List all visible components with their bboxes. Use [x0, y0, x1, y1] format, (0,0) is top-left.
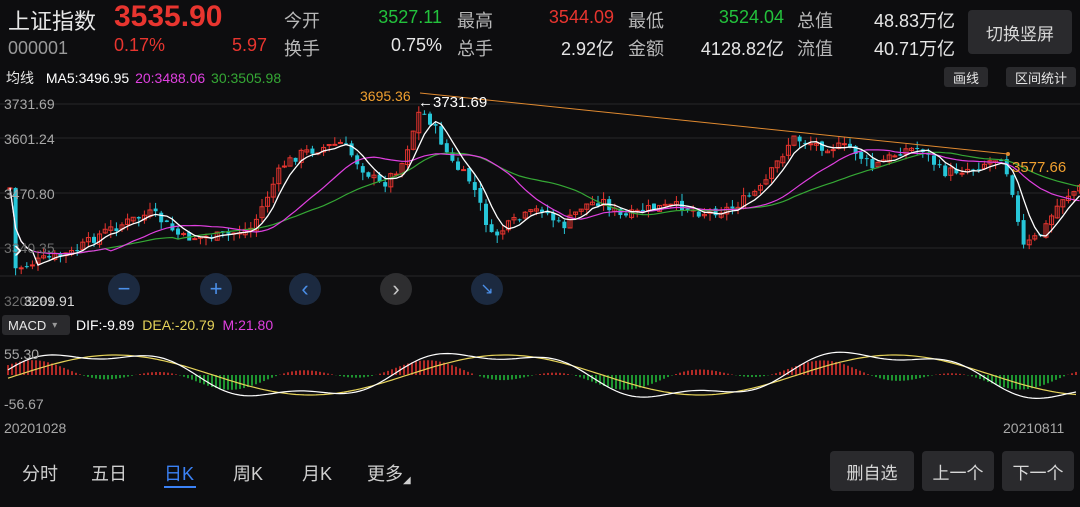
- indicator-select-label: MACD: [8, 317, 47, 333]
- index-price: 3535.90: [114, 0, 223, 33]
- ma30-line: [9, 151, 1080, 255]
- trend-annotation: 3577.66: [1012, 159, 1067, 176]
- index-name: 上证指数: [8, 9, 97, 34]
- zoom-out-button[interactable]: −: [108, 273, 140, 305]
- trend-line: [419, 92, 1009, 155]
- macd-chart: [7, 351, 1077, 400]
- reset-zoom-icon[interactable]: ↘: [471, 273, 503, 305]
- date-start: 20201028: [4, 420, 67, 436]
- high-annotation: ←3731.69: [418, 94, 488, 111]
- stat-amount-label: 金额: [628, 39, 664, 59]
- kline-chart[interactable]: [0, 88, 1080, 310]
- stat-total-cap-value: 48.83万亿: [873, 11, 955, 31]
- stat-open-label: 今开: [284, 11, 320, 31]
- dropdown-corner-icon: ◢: [403, 475, 411, 486]
- y-label-1: 3731.69: [4, 96, 55, 112]
- stat-turnover-value: 0.75%: [390, 35, 442, 55]
- stat-total-cap-label: 总值: [797, 11, 833, 31]
- draw-line-button[interactable]: 画线: [944, 67, 988, 87]
- ma30-value: 30:3505.98: [211, 70, 282, 86]
- next-button[interactable]: 下一个: [1002, 451, 1074, 491]
- indicator-select[interactable]: MACD ▾: [2, 315, 70, 335]
- stat-low-label: 最低: [628, 11, 664, 31]
- tab-daily-k[interactable]: 日K: [164, 460, 194, 486]
- stat-high-value: 3544.09: [548, 7, 614, 27]
- tab-weekly-k[interactable]: 周K: [233, 460, 263, 486]
- expand-left-icon[interactable]: ›: [14, 236, 22, 264]
- tab-five-day[interactable]: 五日: [91, 460, 127, 486]
- dif-value: DIF:-9.89: [76, 317, 135, 333]
- stat-float-cap-value: 40.71万亿: [873, 39, 955, 59]
- macd-values: DIF:-9.89 DEA:-20.79 M:21.80: [76, 317, 273, 333]
- stat-float-cap-label: 流值: [797, 39, 833, 59]
- tab-intraday[interactable]: 分时: [22, 460, 58, 486]
- change-value: 5.97: [232, 35, 268, 55]
- m-value: M:21.80: [222, 317, 274, 333]
- scroll-right-button[interactable]: ›: [380, 273, 412, 305]
- zoom-in-button[interactable]: +: [200, 273, 232, 305]
- stat-turnover-label: 换手: [284, 39, 320, 59]
- stat-volume-value: 2.92亿: [560, 39, 614, 59]
- range-stats-button[interactable]: 区间统计: [1006, 67, 1076, 87]
- y-label-3: 3470.80: [4, 186, 55, 202]
- index-code: 000001: [8, 38, 69, 58]
- high-annotation-left: 3695.36: [360, 88, 411, 104]
- scroll-left-button[interactable]: ‹: [289, 273, 321, 305]
- tab-active-underline: [164, 486, 196, 488]
- switch-portrait-button[interactable]: 切换竖屏: [968, 10, 1072, 54]
- ma-bar: 均线 MA5:3496.95 20:3488.06 30:3505.98: [6, 68, 281, 88]
- stat-high-label: 最高: [457, 11, 493, 31]
- tab-more-label: 更多: [367, 464, 403, 484]
- y-label-4: 3340.35: [4, 240, 55, 256]
- change-pct: 0.17%: [114, 35, 166, 55]
- date-end: 20210811: [1003, 420, 1065, 436]
- ma20-value: 20:3488.06: [135, 70, 206, 86]
- tab-more[interactable]: 更多◢: [367, 460, 411, 486]
- ma-title: 均线: [6, 70, 34, 86]
- remove-watchlist-button[interactable]: 删自选: [830, 451, 914, 491]
- y-label-2: 3601.24: [4, 131, 55, 147]
- dea-value: DEA:-20.79: [142, 317, 215, 333]
- stat-low-value: 3524.04: [718, 7, 784, 27]
- low-annotation: 3209.91 3209.91: [4, 293, 75, 309]
- tab-monthly-k[interactable]: 月K: [302, 460, 332, 486]
- ma5-value: MA5:3496.95: [45, 70, 130, 86]
- trend-line-end: [1006, 152, 1010, 156]
- macd-y-top: 55.30: [4, 346, 40, 362]
- stat-amount-value: 4128.82亿: [700, 39, 784, 59]
- previous-button[interactable]: 上一个: [922, 451, 994, 491]
- stat-open-value: 3527.11: [378, 7, 442, 27]
- macd-y-bottom: -56.67: [4, 396, 44, 412]
- stat-volume-label: 总手: [457, 39, 493, 59]
- chevron-down-icon: ▾: [52, 319, 58, 331]
